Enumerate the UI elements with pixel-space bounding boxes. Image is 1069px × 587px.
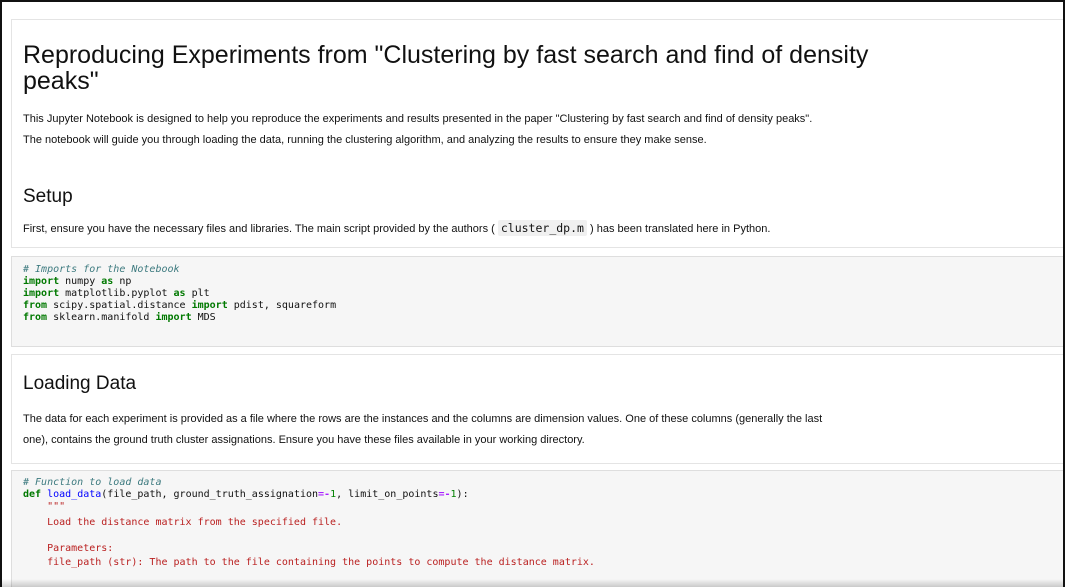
loading-heading: Loading Data [23, 373, 137, 394]
setup-text-after: ) has been translated here in Python. [586, 223, 771, 235]
code-cell-load-data[interactable]: # Function to load data def load_data(fi… [11, 470, 1063, 587]
code-comment-imports: # Imports for the Notebook [23, 264, 180, 275]
notebook-title: Reproducing Experiments from "Clustering… [23, 42, 868, 94]
code-line-def-load-data: def load_data(file_path, ground_truth_as… [23, 489, 469, 500]
code-line-import-matplotlib: import matplotlib.pyplot as plt [23, 288, 210, 299]
code-docstring-line1: Load the distance matrix from the specif… [23, 517, 343, 528]
code-line-import-scipy: from scipy.spatial.distance import pdist… [23, 300, 337, 311]
notebook-viewport: Reproducing Experiments from "Clustering… [0, 0, 1065, 587]
markdown-cell-intro[interactable]: Reproducing Experiments from "Clustering… [11, 19, 1063, 248]
setup-text-before: First, ensure you have the necessary fil… [23, 223, 498, 235]
code-comment-load-data: # Function to load data [23, 477, 162, 488]
notebook-title-line1: Reproducing Experiments from "Clustering… [23, 41, 869, 69]
scroll-fade [2, 579, 1063, 587]
setup-heading: Setup [23, 186, 73, 207]
code-line-import-sklearn: from sklearn.manifold import MDS [23, 312, 216, 323]
setup-inline-code: cluster_dp.m [497, 220, 587, 236]
markdown-cell-loading[interactable]: Loading Data The data for each experimen… [11, 354, 1063, 464]
code-line-import-numpy: import numpy as np [23, 276, 132, 287]
loading-paragraph-line2: one), contains the ground truth cluster … [23, 434, 585, 446]
code-cell-imports[interactable]: # Imports for the Notebook import numpy … [11, 256, 1063, 347]
loading-paragraph: The data for each experiment is provided… [23, 409, 822, 451]
notebook-title-line2: peaks" [23, 67, 99, 95]
code-docstring-parameters: Parameters: [23, 543, 114, 554]
code-docstring-open: """ [23, 501, 66, 512]
loading-paragraph-line1: The data for each experiment is provided… [23, 413, 823, 425]
code-docstring-file-path: file_path (str): The path to the file co… [23, 557, 595, 568]
intro-paragraph-line1: This Jupyter Notebook is designed to hel… [23, 113, 813, 125]
intro-paragraph: This Jupyter Notebook is designed to hel… [23, 109, 812, 151]
setup-paragraph: First, ensure you have the necessary fil… [23, 218, 770, 240]
intro-paragraph-line2: The notebook will guide you through load… [23, 134, 707, 146]
